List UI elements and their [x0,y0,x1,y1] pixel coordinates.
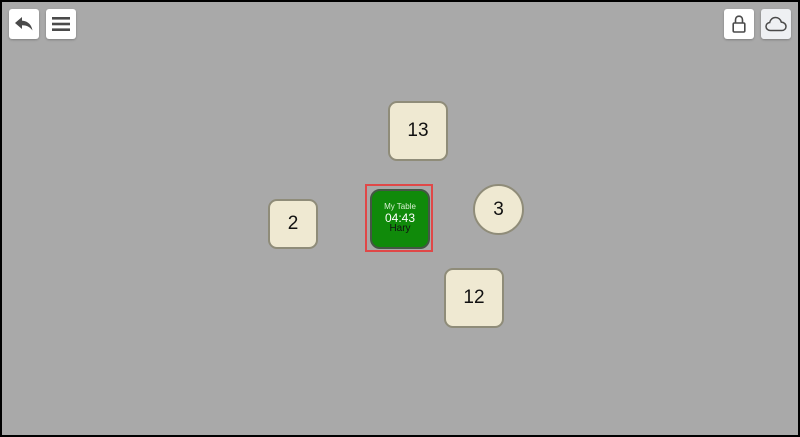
table-13[interactable]: 13 [388,101,448,161]
cloud-sync-button[interactable] [761,9,791,39]
menu-button[interactable] [46,9,76,39]
lock-button[interactable] [724,9,754,39]
my-table-user: Hary [389,223,411,235]
cloud-icon [765,16,787,32]
lock-icon [732,15,746,33]
table-2[interactable]: 2 [268,199,318,249]
table-number: 3 [493,198,504,220]
back-button[interactable] [9,9,39,39]
table-number: 13 [407,120,429,141]
table-3[interactable]: 3 [473,184,524,235]
table-number: 2 [287,213,299,234]
undo-arrow-icon [15,17,33,31]
table-number: 12 [463,287,485,308]
table-12[interactable]: 12 [444,268,504,328]
hamburger-menu-icon [52,17,70,31]
floor-plan-canvas[interactable]: 13 2 3 12 My Table 04:43 Hary [0,0,800,437]
my-table[interactable]: My Table 04:43 Hary [370,189,430,249]
